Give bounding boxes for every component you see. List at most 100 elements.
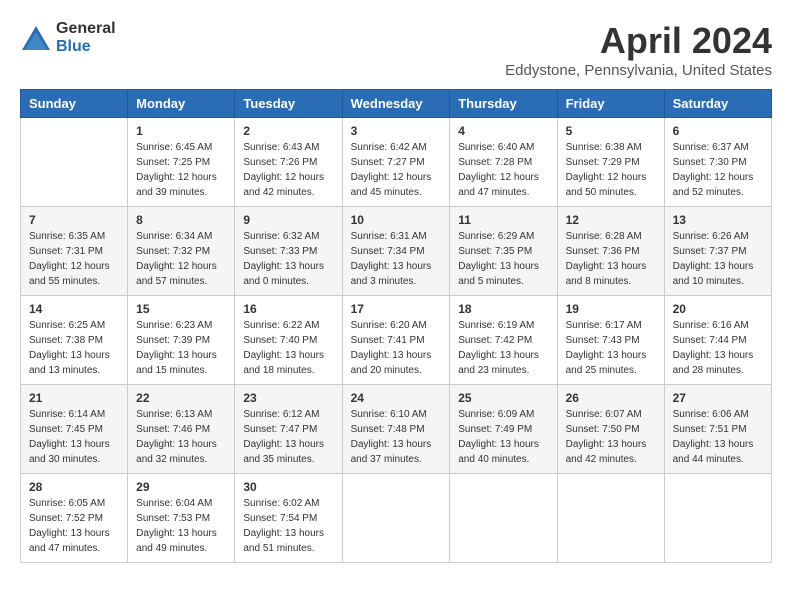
day-info: Sunrise: 6:40 AMSunset: 7:28 PMDaylight:… [458, 140, 548, 200]
calendar-cell [21, 118, 128, 207]
week-row-0: 1 Sunrise: 6:45 AMSunset: 7:25 PMDaylight… [21, 118, 772, 207]
calendar-cell: 16 Sunrise: 6:22 AMSunset: 7:40 PMDayligh… [235, 296, 342, 385]
calendar-cell: 3Sunrise: 6:42 AMSunset: 7:27 PMDaylight… [342, 118, 450, 207]
calendar-cell: 9 Sunrise: 6:32 AMSunset: 7:33 PMDaylight… [235, 207, 342, 296]
calendar-cell: 29Sunrise: 6:04 AMSunset: 7:53 PMDayligh… [128, 474, 235, 563]
day-number: 13 [673, 213, 763, 227]
calendar-body: 1 Sunrise: 6:45 AMSunset: 7:25 PMDaylight… [21, 118, 772, 563]
day-number: 24 [351, 391, 442, 405]
calendar-cell: 22 Sunrise: 6:13 AMSunset: 7:46 PMDayligh… [128, 385, 235, 474]
day-number: 6 [673, 124, 763, 138]
day-number: 17 [351, 302, 442, 316]
calendar-cell: 6 Sunrise: 6:37 AMSunset: 7:30 PMDaylight… [664, 118, 771, 207]
day-info: Sunrise: 6:17 AMSunset: 7:43 PMDaylight:… [566, 318, 656, 378]
header-thursday: Thursday [450, 90, 557, 118]
day-info: Sunrise: 6:20 AMSunset: 7:41 PMDaylight:… [351, 318, 442, 378]
day-info: Sunrise: 6:06 AMSunset: 7:51 PMDaylight:… [673, 407, 763, 467]
header-wednesday: Wednesday [342, 90, 450, 118]
week-row-1: 7Sunrise: 6:35 AMSunset: 7:31 PMDaylight… [21, 207, 772, 296]
day-info: Sunrise: 6:25 AMSunset: 7:38 PMDaylight:… [29, 318, 119, 378]
day-number: 19 [566, 302, 656, 316]
day-number: 16 [243, 302, 333, 316]
day-info: Sunrise: 6:16 AMSunset: 7:44 PMDaylight:… [673, 318, 763, 378]
logo-blue-text: Blue [56, 38, 116, 56]
calendar-cell: 1 Sunrise: 6:45 AMSunset: 7:25 PMDaylight… [128, 118, 235, 207]
header-sunday: Sunday [21, 90, 128, 118]
calendar-cell: 2Sunrise: 6:43 AMSunset: 7:26 PMDaylight… [235, 118, 342, 207]
day-info: Sunrise: 6:45 AMSunset: 7:25 PMDaylight:… [136, 140, 226, 200]
day-number: 26 [566, 391, 656, 405]
calendar-cell: 5 Sunrise: 6:38 AMSunset: 7:29 PMDaylight… [557, 118, 664, 207]
calendar-cell: 20 Sunrise: 6:16 AMSunset: 7:44 PMDayligh… [664, 296, 771, 385]
calendar-cell: 19 Sunrise: 6:17 AMSunset: 7:43 PMDayligh… [557, 296, 664, 385]
day-info: Sunrise: 6:34 AMSunset: 7:32 PMDaylight:… [136, 229, 226, 289]
day-info: Sunrise: 6:32 AMSunset: 7:33 PMDaylight:… [243, 229, 333, 289]
day-info: Sunrise: 6:22 AMSunset: 7:40 PMDaylight:… [243, 318, 333, 378]
calendar-cell: 12 Sunrise: 6:28 AMSunset: 7:36 PMDayligh… [557, 207, 664, 296]
calendar-cell [450, 474, 557, 563]
header-row: SundayMondayTuesdayWednesdayThursdayFrid… [21, 90, 772, 118]
day-info: Sunrise: 6:05 AMSunset: 7:52 PMDaylight:… [29, 496, 119, 556]
calendar-cell: 13 Sunrise: 6:26 AMSunset: 7:37 PMDayligh… [664, 207, 771, 296]
day-info: Sunrise: 6:02 AMSunset: 7:54 PMDaylight:… [243, 496, 333, 556]
calendar-cell: 14 Sunrise: 6:25 AMSunset: 7:38 PMDayligh… [21, 296, 128, 385]
calendar-cell: 27 Sunrise: 6:06 AMSunset: 7:51 PMDayligh… [664, 385, 771, 474]
day-number: 18 [458, 302, 548, 316]
day-info: Sunrise: 6:23 AMSunset: 7:39 PMDaylight:… [136, 318, 226, 378]
calendar-cell [342, 474, 450, 563]
day-info: Sunrise: 6:28 AMSunset: 7:36 PMDaylight:… [566, 229, 656, 289]
day-number: 28 [29, 480, 119, 494]
day-number: 14 [29, 302, 119, 316]
calendar-cell: 18 Sunrise: 6:19 AMSunset: 7:42 PMDayligh… [450, 296, 557, 385]
day-number: 5 [566, 124, 656, 138]
calendar-cell: 24 Sunrise: 6:10 AMSunset: 7:48 PMDayligh… [342, 385, 450, 474]
day-info: Sunrise: 6:26 AMSunset: 7:37 PMDaylight:… [673, 229, 763, 289]
calendar-cell: 4Sunrise: 6:40 AMSunset: 7:28 PMDaylight… [450, 118, 557, 207]
header-tuesday: Tuesday [235, 90, 342, 118]
day-number: 27 [673, 391, 763, 405]
calendar-cell: 15 Sunrise: 6:23 AMSunset: 7:39 PMDayligh… [128, 296, 235, 385]
week-row-3: 21 Sunrise: 6:14 AMSunset: 7:45 PMDayligh… [21, 385, 772, 474]
day-number: 21 [29, 391, 119, 405]
day-number: 23 [243, 391, 333, 405]
calendar-cell: 10 Sunrise: 6:31 AMSunset: 7:34 PMDayligh… [342, 207, 450, 296]
day-number: 20 [673, 302, 763, 316]
day-number: 1 [136, 124, 226, 138]
calendar-cell [557, 474, 664, 563]
day-number: 2 [243, 124, 333, 138]
day-info: Sunrise: 6:13 AMSunset: 7:46 PMDaylight:… [136, 407, 226, 467]
header-monday: Monday [128, 90, 235, 118]
day-number: 12 [566, 213, 656, 227]
day-info: Sunrise: 6:14 AMSunset: 7:45 PMDaylight:… [29, 407, 119, 467]
day-info: Sunrise: 6:04 AMSunset: 7:53 PMDaylight:… [136, 496, 226, 556]
day-info: Sunrise: 6:07 AMSunset: 7:50 PMDaylight:… [566, 407, 656, 467]
day-number: 10 [351, 213, 442, 227]
header-saturday: Saturday [664, 90, 771, 118]
calendar-cell: 23Sunrise: 6:12 AMSunset: 7:47 PMDayligh… [235, 385, 342, 474]
logo: General Blue [20, 20, 116, 55]
day-number: 7 [29, 213, 119, 227]
calendar-cell: 7Sunrise: 6:35 AMSunset: 7:31 PMDaylight… [21, 207, 128, 296]
day-info: Sunrise: 6:42 AMSunset: 7:27 PMDaylight:… [351, 140, 442, 200]
calendar-cell [664, 474, 771, 563]
day-info: Sunrise: 6:09 AMSunset: 7:49 PMDaylight:… [458, 407, 548, 467]
calendar-cell: 21 Sunrise: 6:14 AMSunset: 7:45 PMDayligh… [21, 385, 128, 474]
day-number: 25 [458, 391, 548, 405]
calendar-cell: 17 Sunrise: 6:20 AMSunset: 7:41 PMDayligh… [342, 296, 450, 385]
day-info: Sunrise: 6:37 AMSunset: 7:30 PMDaylight:… [673, 140, 763, 200]
day-number: 30 [243, 480, 333, 494]
day-number: 22 [136, 391, 226, 405]
calendar-cell: 25 Sunrise: 6:09 AMSunset: 7:49 PMDayligh… [450, 385, 557, 474]
day-info: Sunrise: 6:38 AMSunset: 7:29 PMDaylight:… [566, 140, 656, 200]
calendar-cell: 28 Sunrise: 6:05 AMSunset: 7:52 PMDayligh… [21, 474, 128, 563]
logo-text: General Blue [56, 20, 116, 55]
day-number: 15 [136, 302, 226, 316]
day-number: 9 [243, 213, 333, 227]
title-area: April 2024 Eddystone, Pennsylvania, Unit… [505, 20, 772, 79]
page-title: April 2024 [505, 20, 772, 62]
day-info: Sunrise: 6:10 AMSunset: 7:48 PMDaylight:… [351, 407, 442, 467]
day-info: Sunrise: 6:31 AMSunset: 7:34 PMDaylight:… [351, 229, 442, 289]
week-row-2: 14 Sunrise: 6:25 AMSunset: 7:38 PMDayligh… [21, 296, 772, 385]
page-header: General Blue April 2024 Eddystone, Penns… [20, 20, 772, 79]
day-info: Sunrise: 6:19 AMSunset: 7:42 PMDaylight:… [458, 318, 548, 378]
